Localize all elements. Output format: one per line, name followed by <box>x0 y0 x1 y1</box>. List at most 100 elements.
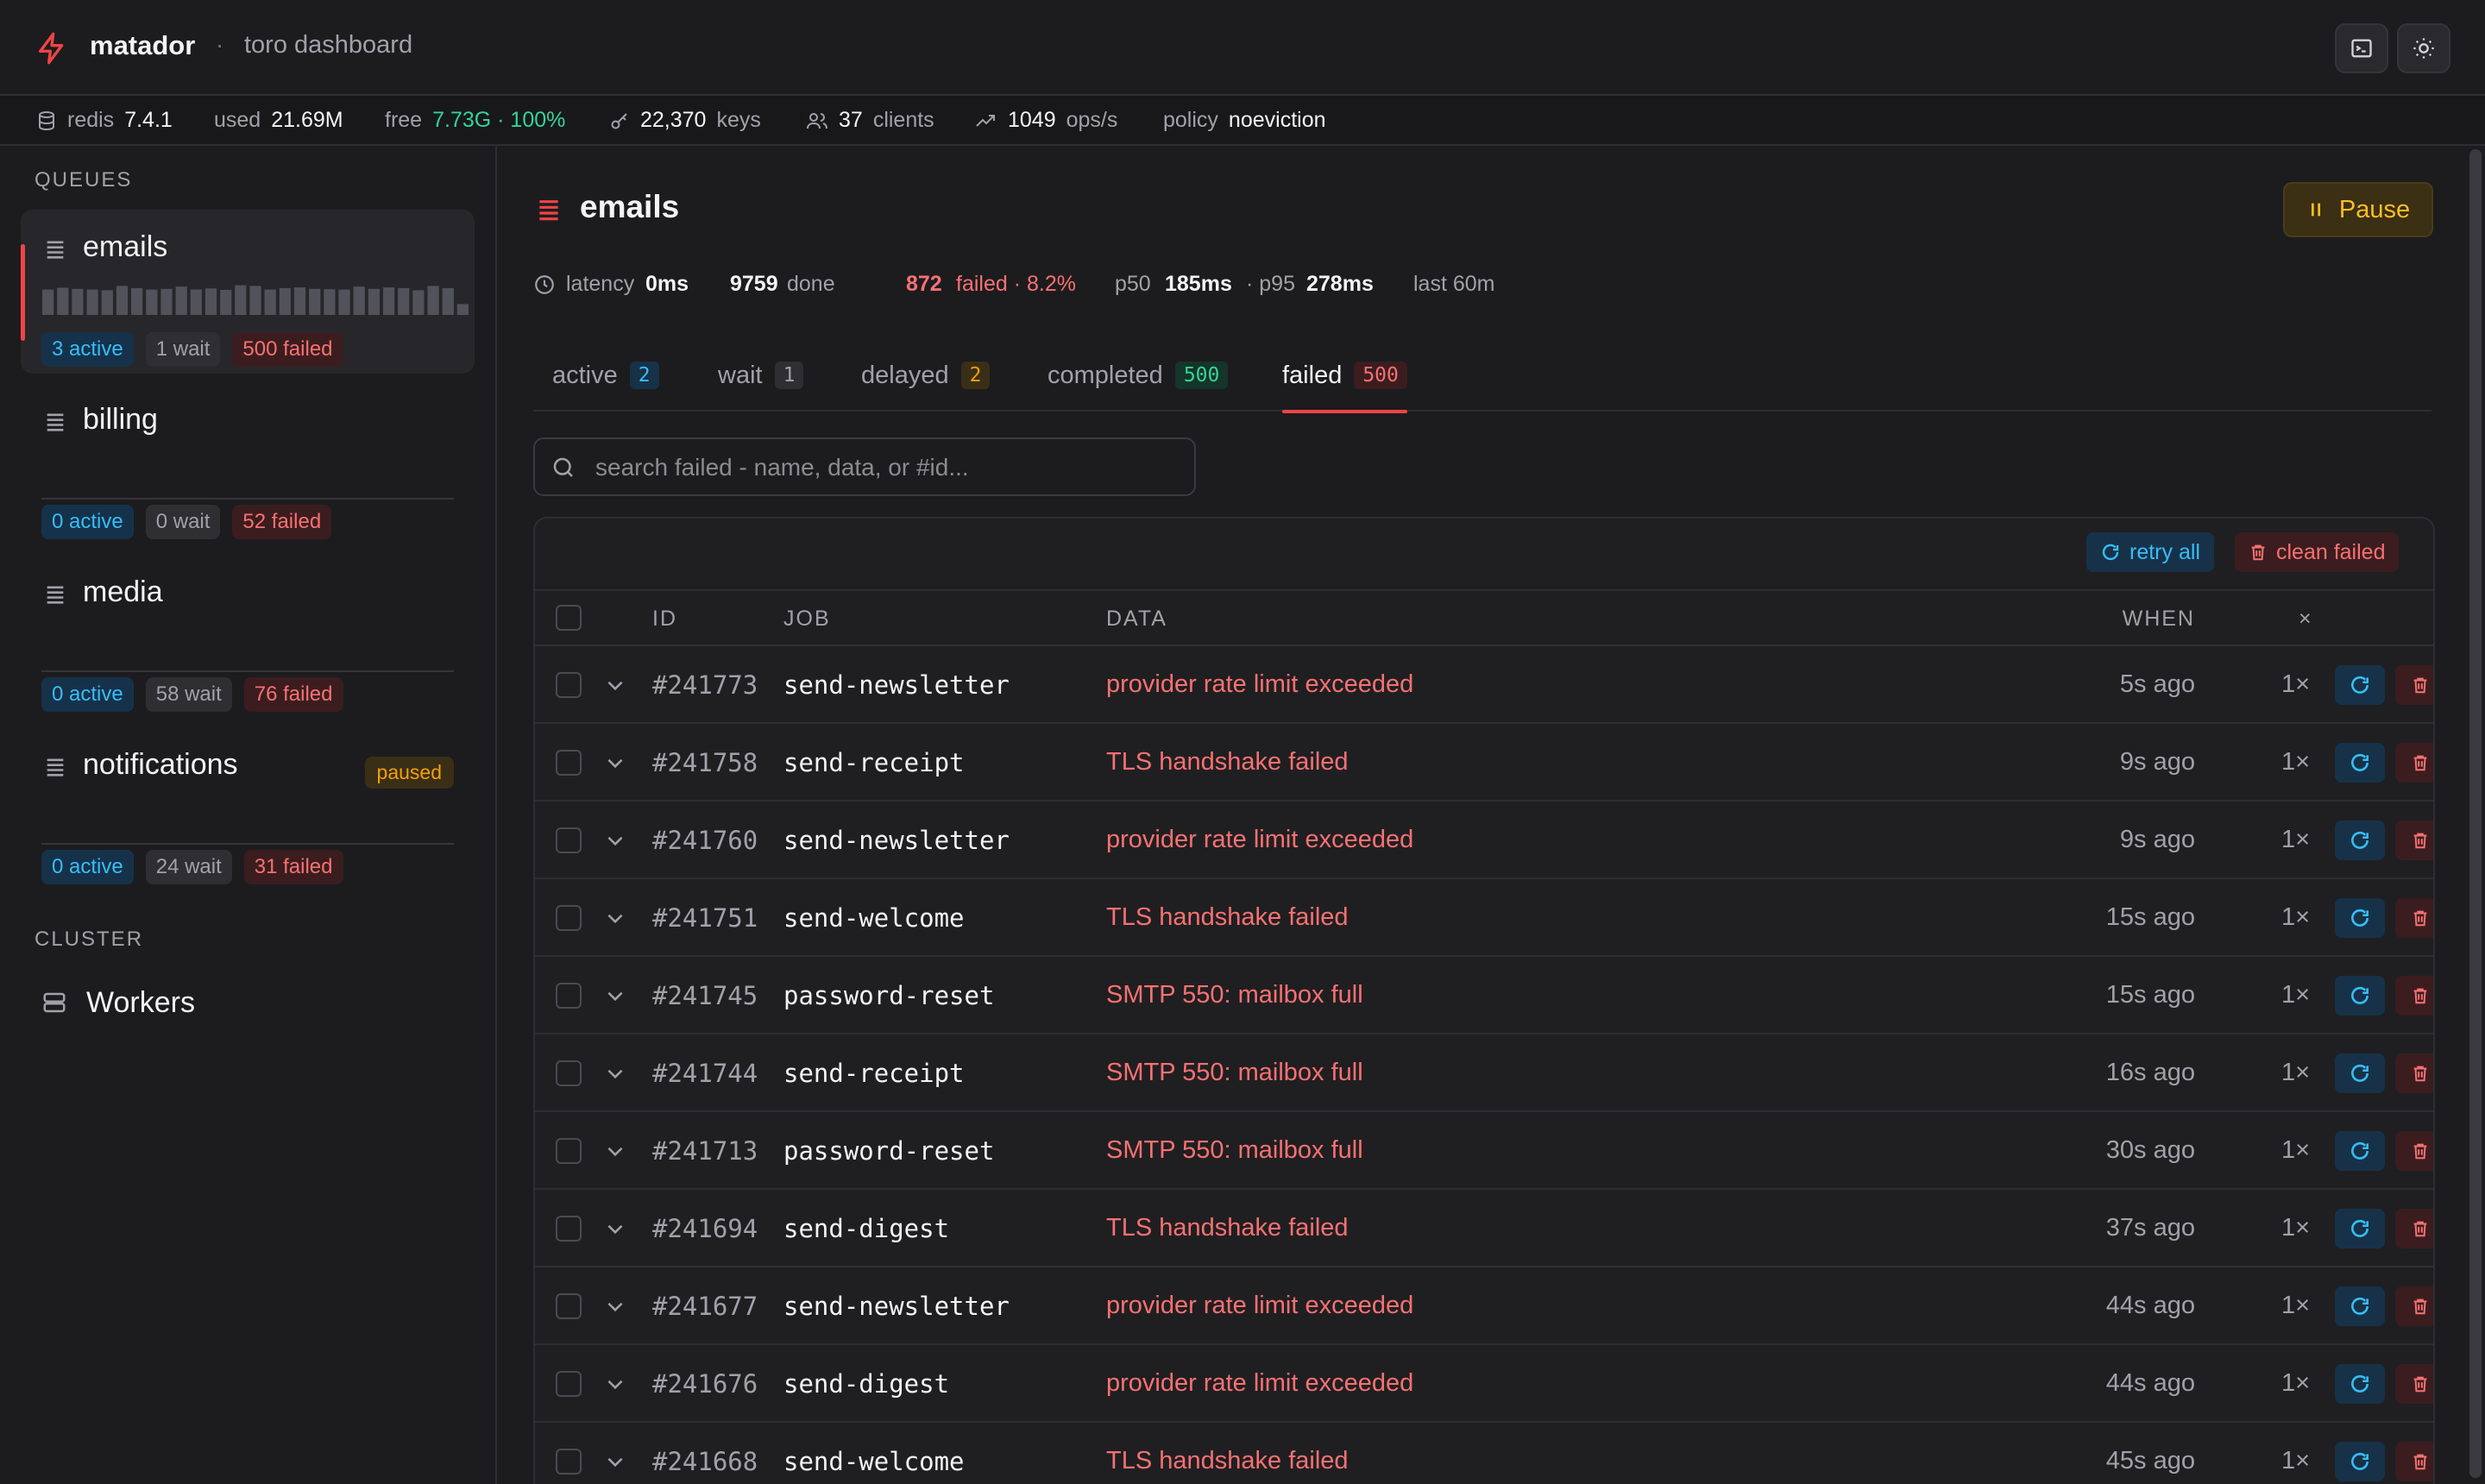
sidebar-item-workers[interactable]: Workers <box>21 974 475 1034</box>
chevron-down-icon[interactable] <box>604 751 626 774</box>
pause-queue-button[interactable]: Pause <box>2283 182 2433 237</box>
table-row[interactable]: #241745 password-reset SMTP 550: mailbox… <box>535 957 2433 1034</box>
table-row[interactable]: #241751 send-welcome TLS handshake faile… <box>535 879 2433 957</box>
chevron-down-icon[interactable] <box>604 674 626 696</box>
chevron-down-icon[interactable] <box>604 1450 626 1473</box>
table-row[interactable]: #241668 send-welcome TLS handshake faile… <box>535 1423 2433 1484</box>
table-row[interactable]: #241676 send-digest provider rate limit … <box>535 1345 2433 1423</box>
delete-job-button[interactable] <box>2395 1131 2433 1171</box>
chevron-down-icon[interactable] <box>604 1062 626 1085</box>
job-id[interactable]: #241676 <box>652 1369 758 1399</box>
search-input[interactable] <box>595 448 1182 487</box>
job-id[interactable]: #241745 <box>652 981 758 1010</box>
delete-job-button[interactable] <box>2395 821 2433 860</box>
table-row[interactable]: #241694 send-digest TLS handshake failed… <box>535 1190 2433 1267</box>
row-checkbox[interactable] <box>556 1138 582 1164</box>
server-icon <box>43 992 66 1013</box>
clean-failed-button[interactable]: clean failed <box>2235 532 2400 572</box>
retry-job-button[interactable] <box>2335 1286 2385 1326</box>
row-checkbox[interactable] <box>556 1060 582 1086</box>
chevron-down-icon[interactable] <box>604 1373 626 1395</box>
job-id[interactable]: #241751 <box>652 903 758 933</box>
chevron-down-icon[interactable] <box>604 1217 626 1240</box>
sidebar-item-billing[interactable]: billing 0 active 0 wait 52 failed <box>21 382 475 546</box>
table-row[interactable]: #241760 send-newsletter provider rate li… <box>535 802 2433 879</box>
delete-job-button[interactable] <box>2395 1053 2433 1093</box>
delete-job-button[interactable] <box>2395 1286 2433 1326</box>
tab-delayed[interactable]: delayed 2 <box>861 349 991 412</box>
job-id[interactable]: #241677 <box>652 1292 758 1321</box>
retry-job-button[interactable] <box>2335 976 2385 1016</box>
tab-completed[interactable]: completed 500 <box>1047 349 1229 412</box>
chevron-down-icon[interactable] <box>604 1295 626 1317</box>
row-checkbox[interactable] <box>556 750 582 776</box>
job-id[interactable]: #241694 <box>652 1214 758 1243</box>
select-all-checkbox[interactable] <box>556 605 582 631</box>
queue-badges: 0 active 0 wait 52 failed <box>41 505 332 539</box>
chevron-down-icon[interactable] <box>604 1140 626 1162</box>
table-row[interactable]: #241744 send-receipt SMTP 550: mailbox f… <box>535 1034 2433 1112</box>
used-value: 21.69M <box>271 108 343 132</box>
job-error: provider rate limit exceeded <box>1106 1292 1414 1319</box>
brand-name[interactable]: matador <box>90 30 195 61</box>
row-checkbox[interactable] <box>556 672 582 698</box>
retry-job-button[interactable] <box>2335 1442 2385 1481</box>
sidebar-item-notifications[interactable]: notifications paused 0 active 24 wait 31 … <box>21 727 475 891</box>
retry-job-button[interactable] <box>2335 743 2385 783</box>
retry-job-button[interactable] <box>2335 665 2385 705</box>
theme-toggle-button[interactable] <box>2397 23 2450 73</box>
p50-value: 185ms <box>1165 272 1232 296</box>
retry-job-button[interactable] <box>2335 1209 2385 1248</box>
job-id[interactable]: #241773 <box>652 670 758 700</box>
tab-label: delayed <box>861 362 949 389</box>
delete-job-button[interactable] <box>2395 665 2433 705</box>
table-row[interactable]: #241773 send-newsletter provider rate li… <box>535 646 2433 724</box>
chevron-down-icon[interactable] <box>604 907 626 929</box>
retry-job-button[interactable] <box>2335 1053 2385 1093</box>
row-checkbox[interactable] <box>556 1449 582 1475</box>
row-checkbox[interactable] <box>556 1293 582 1319</box>
retry-job-button[interactable] <box>2335 1364 2385 1404</box>
chevron-down-icon[interactable] <box>604 829 626 852</box>
redis-stats-bar: redis 7.4.1 used 21.69M free 7.73G · 100… <box>0 96 2485 146</box>
job-id[interactable]: #241760 <box>652 826 758 855</box>
scrollbar-thumb[interactable] <box>2469 149 2482 1478</box>
retry-job-button[interactable] <box>2335 898 2385 938</box>
retry-job-button[interactable] <box>2335 1131 2385 1171</box>
row-checkbox[interactable] <box>556 827 582 853</box>
row-checkbox[interactable] <box>556 905 582 931</box>
delete-job-button[interactable] <box>2395 976 2433 1016</box>
delete-job-button[interactable] <box>2395 1364 2433 1404</box>
retry-job-button[interactable] <box>2335 821 2385 860</box>
delete-job-button[interactable] <box>2395 743 2433 783</box>
row-checkbox[interactable] <box>556 983 582 1009</box>
sparkline-bar <box>264 289 276 315</box>
job-id[interactable]: #241758 <box>652 748 758 777</box>
row-checkbox[interactable] <box>556 1371 582 1397</box>
tab-wait[interactable]: wait 1 <box>718 349 804 412</box>
table-row[interactable]: #241758 send-receipt TLS handshake faile… <box>535 724 2433 802</box>
table-header: ID JOB DATA WHEN × <box>535 589 2433 646</box>
row-checkbox[interactable] <box>556 1216 582 1242</box>
tab-active[interactable]: active 2 <box>552 349 659 412</box>
sparkline-bar <box>72 288 84 315</box>
table-row[interactable]: #241677 send-newsletter provider rate li… <box>535 1267 2433 1345</box>
chevron-down-icon[interactable] <box>604 984 626 1007</box>
page-scrollbar[interactable] <box>2466 146 2485 1484</box>
tab-failed[interactable]: failed 500 <box>1282 349 1407 413</box>
sidebar-item-emails[interactable]: emails 3 active 1 wait 500 failed <box>21 210 475 374</box>
retry-all-button[interactable]: retry all <box>2086 532 2214 572</box>
sidebar-item-media[interactable]: media 0 active 58 wait 76 failed <box>21 555 475 719</box>
memory-free-stat: free 7.73G · 100% <box>385 108 565 133</box>
delete-job-button[interactable] <box>2395 1209 2433 1248</box>
throughput-sparkline <box>42 285 469 315</box>
job-when: 9s ago <box>2119 826 2195 853</box>
delete-job-button[interactable] <box>2395 898 2433 938</box>
delete-job-button[interactable] <box>2395 1442 2433 1481</box>
job-id[interactable]: #241744 <box>652 1059 758 1088</box>
job-id[interactable]: #241713 <box>652 1136 758 1166</box>
job-id[interactable]: #241668 <box>652 1447 758 1476</box>
table-row[interactable]: #241713 password-reset SMTP 550: mailbox… <box>535 1112 2433 1190</box>
key-icon <box>611 112 627 129</box>
terminal-button[interactable] <box>2335 23 2388 73</box>
